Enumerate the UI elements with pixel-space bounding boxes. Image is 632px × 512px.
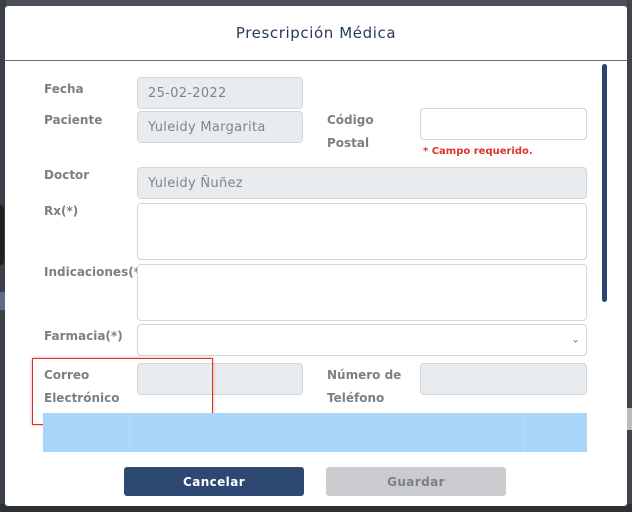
- backdrop-shape: [627, 408, 632, 430]
- indicaciones-label: Indicaciones(*): [44, 265, 146, 279]
- modal-header: Prescripción Médica: [5, 6, 627, 61]
- doctor-field[interactable]: Yuleidy Ñuñez: [137, 167, 587, 199]
- codigo-postal-error: * Campo requerido.: [423, 146, 533, 157]
- paciente-field[interactable]: Yuleidy Margarita: [137, 111, 303, 143]
- backdrop-right: [627, 0, 632, 512]
- modal-footer: Cancelar Guardar: [5, 453, 627, 506]
- modal-body: Fecha 25-02-2022 Paciente Yuleidy Margar…: [5, 62, 627, 452]
- fecha-field[interactable]: 25-02-2022: [137, 77, 303, 109]
- chevron-down-icon: ⌄: [571, 334, 580, 346]
- save-button[interactable]: Guardar: [326, 467, 506, 496]
- cancel-button[interactable]: Cancelar: [124, 467, 304, 496]
- rx-label: Rx(*): [44, 204, 79, 218]
- doctor-label: Doctor: [44, 168, 90, 182]
- telefono-label-line1: Número de: [327, 368, 402, 382]
- scrollbar-thumb[interactable]: [602, 64, 607, 302]
- telefono-label-line2: Teléfono: [327, 391, 385, 405]
- table-column-divider: [523, 413, 524, 452]
- codigo-postal-input[interactable]: [420, 108, 587, 140]
- fecha-label: Fecha: [44, 82, 84, 96]
- codigo-postal-label-line2: Postal: [327, 136, 370, 150]
- backdrop-shape: [0, 205, 4, 265]
- modal-title: Prescripción Médica: [235, 24, 397, 42]
- farmacia-label: Farmacia(*): [44, 329, 123, 343]
- medication-table-header: [43, 413, 587, 452]
- rx-textarea[interactable]: [137, 203, 587, 260]
- codigo-postal-label-line1: Código: [327, 113, 374, 127]
- paciente-label: Paciente: [44, 113, 103, 127]
- farmacia-select[interactable]: ⌄: [137, 324, 587, 356]
- prescription-modal: Prescripción Médica Fecha 25-02-2022 Pac…: [5, 6, 627, 506]
- telefono-field[interactable]: [420, 363, 587, 395]
- table-column-divider: [129, 413, 130, 452]
- indicaciones-textarea[interactable]: [137, 264, 587, 321]
